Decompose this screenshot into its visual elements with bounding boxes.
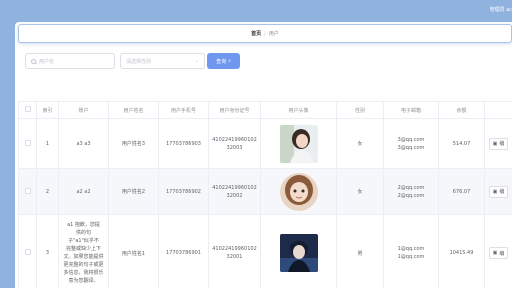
email-line-2: 3@qq.com: [397, 144, 425, 151]
cell-account: a2 a2: [58, 168, 109, 215]
email-line-1: 1@qq.com: [397, 246, 425, 252]
query-button[interactable]: 查询 ⌕: [207, 53, 240, 69]
header-name: 用户姓名: [108, 101, 159, 119]
table-row[interactable]: 2 a2 a2 用户姓名2 17703786902 41022419960102…: [18, 168, 512, 215]
admin-user-label[interactable]: 管理员 ac: [490, 6, 512, 13]
edit-button[interactable]: ▣ 编: [488, 247, 509, 259]
cell-index: 1: [36, 118, 59, 169]
search-placeholder: 用户名: [39, 58, 55, 65]
header-email: 电子邮箱: [383, 101, 439, 119]
cell-phone: 17703786903: [158, 118, 209, 169]
cell-id-number: 41022419960102 32002: [208, 168, 261, 215]
id-line-2: 32003: [226, 144, 243, 151]
edit-button-label: 编: [499, 141, 505, 147]
edit-icon: ▣: [492, 250, 498, 256]
table-row[interactable]: 3 a1 抱歉，您提 供的句 子"a1"似乎不 完整或缺少上下 文。如果您能提供…: [18, 214, 512, 288]
search-icon: ⌕: [228, 58, 231, 64]
select-all-checkbox[interactable]: [24, 106, 31, 112]
query-button-label: 查询: [216, 58, 227, 65]
header-avatar: 用户头像: [260, 101, 337, 119]
table-row[interactable]: 1 a3 a3 用户姓名3 17703786903 41022419960102…: [18, 118, 512, 169]
cell-id-number: 41022419960102 32003: [208, 118, 261, 169]
header-account: 账户: [58, 101, 109, 119]
cell-balance: 514.07: [438, 118, 485, 169]
account-line: 意为您翻译。: [68, 278, 99, 284]
username-search-input[interactable]: 用户名: [25, 53, 115, 69]
id-line-2: 32001: [226, 254, 243, 260]
cell-phone: 17703786902: [158, 168, 209, 215]
cell-avatar: [260, 168, 337, 215]
account-line: 完整或缺少上下: [65, 246, 101, 252]
account-line: a1 抱歉，您提: [67, 222, 100, 228]
account-line: 文。如果您能提供: [63, 254, 104, 260]
cell-index: 3: [36, 214, 59, 288]
account-line: 子"a1"似乎不: [68, 238, 99, 244]
cell-email: 3@qq.com 3@qq.com: [383, 118, 439, 169]
cell-name: 用户姓名1: [108, 214, 159, 288]
sidebar-strip: [0, 22, 15, 288]
table-header-row: 索引 账户 用户姓名 用户手机号 用户身份证号 用户头像 性别 电子邮箱 余额: [18, 101, 512, 119]
cell-balance: 676.07: [438, 168, 485, 215]
row-checkbox[interactable]: [24, 139, 31, 146]
avatar: [279, 234, 318, 272]
cell-email: 2@qq.com 2@qq.com: [383, 168, 439, 215]
email-line-1: 3@qq.com: [397, 136, 425, 143]
cell-gender: 女: [336, 168, 384, 215]
edit-icon: ▣: [492, 188, 498, 195]
cell-account: a3 a3: [58, 118, 109, 169]
edit-button[interactable]: ▣ 编: [488, 137, 509, 150]
cell-actions: ▣ 编: [484, 118, 512, 169]
breadcrumb-home[interactable]: 首页: [251, 30, 261, 37]
header-balance: 余额: [438, 101, 485, 119]
account-line: 更完整的句子或更: [63, 262, 104, 268]
cell-gender: 男: [336, 214, 384, 288]
cell-id-number: 41022419960102 32001: [208, 214, 261, 288]
gender-placeholder: 请选择性别: [126, 58, 152, 65]
email-line-1: 2@qq.com: [397, 184, 425, 191]
cell-actions: ▣ 编: [484, 214, 512, 288]
avatar: [279, 172, 318, 211]
select-all-cell[interactable]: [18, 101, 37, 119]
header-id-number: 用户身份证号: [208, 101, 261, 119]
cell-name: 用户姓名2: [108, 168, 159, 215]
header-gender: 性别: [336, 101, 384, 119]
row-checkbox[interactable]: [24, 249, 31, 255]
top-header: 管理员 ac: [0, 0, 512, 22]
edit-button-label: 编: [499, 189, 505, 195]
search-icon: [31, 58, 36, 64]
cell-balance: 10415.49: [438, 214, 485, 288]
edit-button[interactable]: ▣ 编: [488, 185, 509, 198]
cell-gender: 女: [336, 118, 384, 169]
cell-name: 用户姓名3: [108, 118, 159, 169]
cell-avatar: [260, 214, 337, 288]
row-checkbox[interactable]: [24, 187, 31, 194]
account-line: 多信息，我将很乐: [63, 270, 104, 276]
breadcrumb-separator: /: [264, 30, 266, 37]
avatar: [279, 124, 318, 163]
chevron-down-icon: ⌄: [194, 58, 199, 64]
breadcrumb: 首页 / 用户: [18, 24, 512, 43]
breadcrumb-current: 用户: [268, 31, 279, 37]
cell-phone: 17703786901: [158, 214, 209, 288]
id-line-1: 41022419960102: [212, 184, 257, 191]
cell-account: a1 抱歉，您提 供的句 子"a1"似乎不 完整或缺少上下 文。如果您能提供 更…: [58, 214, 109, 288]
edit-button-label: 编: [499, 250, 505, 257]
cell-index: 2: [36, 168, 59, 215]
edit-icon: ▣: [492, 140, 498, 147]
header-phone: 用户手机号: [158, 101, 209, 119]
email-line-2: 1@qq.com: [397, 254, 425, 260]
id-line-2: 32002: [226, 192, 243, 199]
cell-email: 1@qq.com 1@qq.com: [383, 214, 439, 288]
cell-actions: ▣ 编: [484, 168, 512, 215]
email-line-2: 2@qq.com: [397, 192, 425, 199]
id-line-1: 41022419960102: [212, 136, 257, 143]
gender-select[interactable]: 请选择性别 ⌄: [120, 53, 205, 69]
account-line: 供的句: [75, 230, 91, 236]
header-index: 索引: [36, 101, 59, 119]
cell-avatar: [260, 118, 337, 169]
id-line-1: 41022419960102: [212, 246, 257, 252]
header-actions: [484, 101, 512, 119]
user-table: 索引 账户 用户姓名 用户手机号 用户身份证号 用户头像 性别 电子邮箱 余额 …: [18, 101, 512, 288]
